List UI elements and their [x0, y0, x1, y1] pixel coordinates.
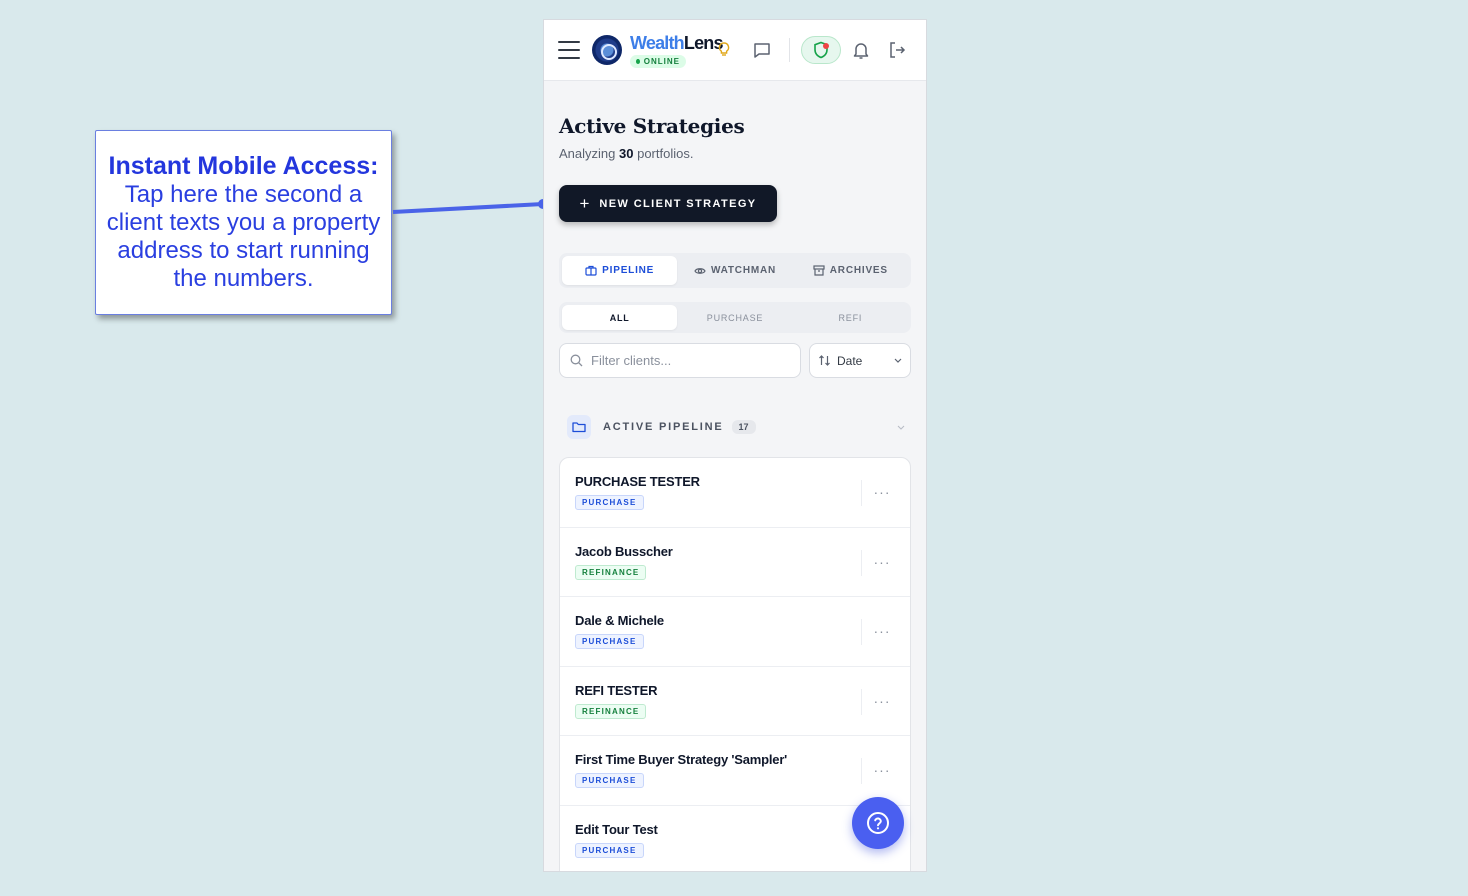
client-name: REFI TESTER	[575, 682, 658, 698]
client-type-tag: PURCHASE	[575, 773, 644, 789]
status-dot	[636, 58, 640, 64]
more-options-icon[interactable]: ···	[873, 485, 891, 499]
callout-title: Instant Mobile Access:	[108, 152, 379, 180]
bell-icon[interactable]	[852, 40, 870, 60]
annotation-callout: Instant Mobile Access: Tap here the seco…	[95, 130, 392, 315]
divider	[861, 688, 862, 715]
folder-icon	[567, 415, 591, 439]
filter-row: Date	[559, 343, 911, 378]
client-type-tag: REFINANCE	[575, 564, 647, 580]
tab-pipeline[interactable]: PIPELINE	[562, 256, 678, 285]
type-filter-tabs: ALL PURCHASE REFI	[559, 302, 911, 333]
active-pipeline-header[interactable]: ACTIVE PIPELINE 17	[559, 415, 911, 439]
page-title: Active Strategies	[559, 114, 745, 138]
filter-refi[interactable]: REFI	[793, 305, 908, 330]
client-row[interactable]: Dale & Michele PURCHASE ···	[560, 597, 910, 667]
sort-dropdown[interactable]: Date	[809, 343, 911, 378]
menu-icon[interactable]	[558, 41, 580, 59]
client-name: First Time Buyer Strategy 'Sampler'	[575, 752, 788, 768]
client-name: PURCHASE TESTER	[575, 474, 700, 490]
brand-name: WealthLens	[630, 33, 723, 53]
search-icon	[570, 354, 583, 367]
archive-icon	[813, 265, 825, 276]
filter-all[interactable]: ALL	[562, 305, 678, 330]
logo	[592, 35, 622, 65]
search-box	[559, 343, 801, 378]
tab-pipeline-label: PIPELINE	[602, 265, 655, 276]
client-row[interactable]: First Time Buyer Strategy 'Sampler' PURCH…	[560, 736, 910, 806]
sort-icon	[819, 355, 830, 366]
divider	[861, 549, 862, 576]
top-bar: WealthLens ONLINE	[544, 20, 926, 81]
sort-label: Date	[837, 353, 863, 368]
client-name: Edit Tour Test	[575, 821, 658, 837]
tab-archives-label: ARCHIVES	[829, 265, 888, 276]
more-options-icon[interactable]: ···	[873, 694, 891, 708]
more-options-icon[interactable]: ···	[873, 555, 891, 569]
group-count-badge: 17	[731, 420, 756, 434]
new-client-strategy-label: NEW CLIENT STRATEGY	[599, 197, 757, 210]
brand-name-part1: Wealth	[630, 32, 685, 53]
divider	[861, 619, 862, 645]
callout-body: Tap here the second a client texts you a…	[106, 181, 381, 292]
plus-icon: +	[579, 193, 590, 213]
client-type-tag: PURCHASE	[575, 842, 644, 858]
more-options-icon[interactable]: ···	[873, 624, 891, 638]
client-name: Jacob Busscher	[575, 543, 673, 559]
briefcase-icon	[585, 265, 597, 276]
filter-clients-input[interactable]	[591, 353, 781, 368]
client-row[interactable]: PURCHASE TESTER PURCHASE ···	[560, 458, 910, 528]
chevron-down-icon	[894, 358, 902, 363]
client-type-tag: PURCHASE	[575, 634, 644, 650]
help-button[interactable]	[852, 797, 904, 849]
tab-watchman[interactable]: WATCHMAN	[677, 256, 792, 285]
divider	[789, 38, 790, 62]
divider	[861, 758, 862, 784]
mobile-app-frame: WealthLens ONLINE Active Strategies Anal…	[543, 19, 927, 872]
view-tabs: PIPELINE WATCHMAN ARCHIVES	[559, 253, 911, 288]
subtitle-prefix: Analyzing	[559, 146, 616, 161]
client-type-tag: REFINANCE	[575, 703, 647, 719]
security-toggle[interactable]	[801, 36, 841, 64]
client-row[interactable]: REFI TESTER REFINANCE ···	[560, 667, 910, 736]
tab-archives[interactable]: ARCHIVES	[793, 256, 908, 285]
page-subtitle: Analyzing 30 portfolios.	[559, 146, 911, 161]
tab-watchman-label: WATCHMAN	[710, 265, 777, 276]
status-label: ONLINE	[643, 56, 680, 66]
logout-icon[interactable]	[888, 40, 906, 60]
eye-icon	[694, 267, 706, 274]
brand: WealthLens ONLINE	[630, 33, 723, 68]
subtitle-suffix: portfolios.	[637, 146, 694, 161]
chevron-down-icon[interactable]	[897, 425, 905, 430]
online-status-badge: ONLINE	[630, 54, 686, 68]
client-name: Dale & Michele	[575, 613, 664, 629]
divider	[861, 480, 862, 506]
group-title: ACTIVE PIPELINE	[603, 421, 724, 433]
filter-purchase[interactable]: PURCHASE	[677, 305, 792, 330]
alert-dot	[823, 43, 829, 49]
lightbulb-icon[interactable]	[718, 42, 730, 61]
portfolio-count: 30	[619, 146, 634, 161]
new-client-strategy-button[interactable]: + NEW CLIENT STRATEGY	[559, 185, 777, 222]
question-icon	[867, 812, 889, 834]
client-type-tag: PURCHASE	[575, 495, 644, 511]
chat-icon[interactable]	[752, 40, 772, 60]
more-options-icon[interactable]: ···	[873, 763, 891, 777]
client-row[interactable]: Jacob Busscher REFINANCE ···	[560, 528, 910, 597]
brand-name-part2: Lens	[683, 32, 724, 53]
